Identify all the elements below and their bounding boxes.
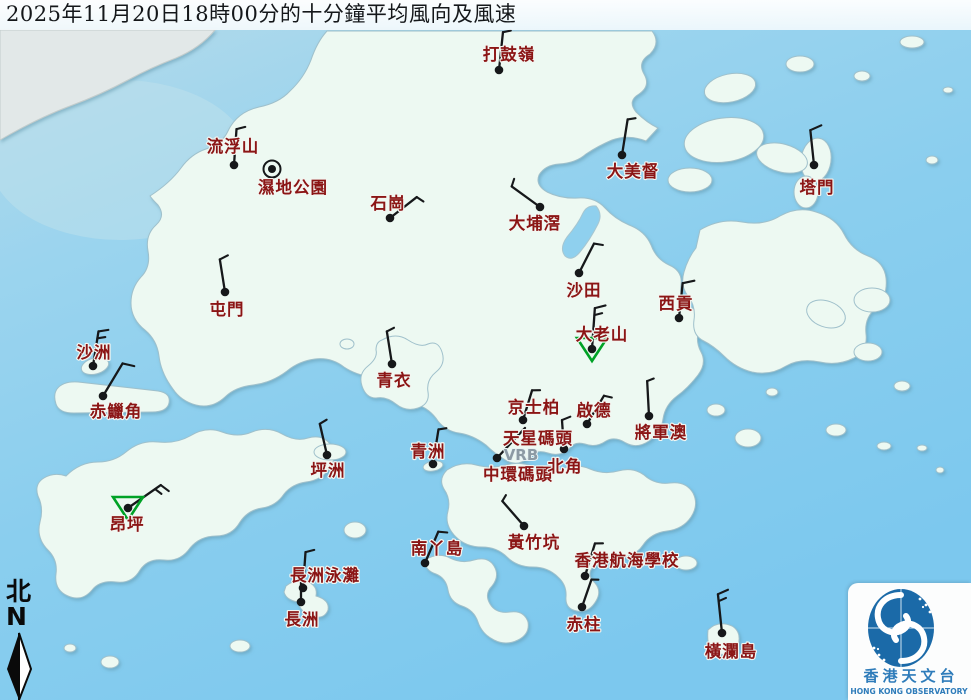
station-label-shek-kong: 石崗: [370, 194, 406, 213]
double-island: [786, 56, 814, 72]
station-dot: [386, 214, 395, 223]
station-dot: [520, 522, 529, 531]
station-dot: [493, 454, 502, 463]
mirs-bay-islet-2: [900, 36, 924, 48]
station-dot: [388, 360, 397, 369]
hei-ling-chau: [344, 522, 366, 538]
station-dot: [718, 629, 727, 638]
wind-map-screen: 打鼓嶺流浮山濕地公園石崗大埔滘 大美督塔門沙田西貢 屯門沙洲赤鱲角 青衣 大老山京士柏啟…: [0, 0, 971, 700]
station-label-sha-tin: 沙田: [567, 281, 602, 300]
station-label-green-island: 青洲: [411, 441, 446, 461]
station-label-central-pier: 中環碼頭: [483, 464, 553, 484]
station-label-tuen-mun: 屯門: [210, 299, 245, 319]
ma-wan: [340, 339, 354, 349]
jin-island: [854, 343, 882, 361]
title-bar: 2025年11月20日18時00分的十分鐘平均風向及風速: [0, 0, 971, 30]
station-label-lau-fau-shan: 流浮山: [207, 136, 260, 156]
wind-note-central-pier: VRB: [504, 446, 539, 464]
wind-barb-tick: [97, 337, 105, 338]
soko-islet: [64, 644, 76, 652]
station-label-stanley: 赤柱: [567, 614, 602, 634]
station-dot: [230, 161, 239, 170]
station-dot: [578, 603, 587, 612]
port-shelter-islet-2: [735, 429, 761, 447]
station-dot: [810, 161, 819, 170]
station-label-cheung-chau: 長洲: [285, 610, 320, 629]
station-dot: [618, 151, 627, 160]
logo-name-cjk: 香港天文台: [863, 667, 958, 685]
mirs-bay-islet-3: [943, 87, 953, 93]
port-shelter-islet-3: [766, 388, 778, 396]
station-dot: [583, 420, 592, 429]
station-label-kings-park: 京士柏: [508, 397, 561, 417]
wind-barb-tick: [438, 428, 446, 429]
station-dot: [323, 451, 332, 460]
basalt-island: [826, 424, 846, 436]
ninepin-1: [917, 445, 927, 451]
station-label-tates-cairn: 大老山: [576, 324, 629, 344]
hko-logo: 香港天文台 HONG KONG OBSERVATORY: [848, 583, 971, 700]
mirs-bay-islet-1: [854, 71, 870, 81]
station-dot: [581, 572, 590, 581]
station-dot: [421, 559, 430, 568]
outer-islet: [894, 381, 910, 391]
north-arrow-icon: [4, 629, 40, 700]
wind-barb-tick: [594, 244, 603, 245]
station-label-hk-sea-school: 香港航海學校: [575, 550, 680, 570]
station-label-ta-kwu-ling: 打鼓嶺: [483, 44, 536, 64]
station-label-kai-tak: 啟德: [577, 400, 612, 420]
station-label-north-point: 北角: [548, 456, 583, 476]
mirs-bay-islet-4: [926, 156, 938, 164]
station-dot: [675, 314, 684, 323]
station-label-wong-chuk-hang: 黃竹坑: [507, 532, 561, 552]
station-dot: [588, 345, 597, 354]
compass: 北 N: [4, 579, 44, 700]
bluff-island: [877, 442, 891, 450]
station-label-peng-chau: 坪洲: [311, 461, 346, 480]
hko-logo-graphic: 香港天文台 HONG KONG OBSERVATORY: [848, 583, 971, 700]
soko-islands: [101, 656, 119, 668]
station-dot: [536, 203, 545, 212]
plover-cove-3: [668, 168, 712, 192]
station-label-tseung-kwan-o: 將軍澳: [635, 422, 688, 442]
shek-kwu-chau: [230, 640, 250, 652]
station-label-tai-po-kau: 大埔滘: [509, 213, 562, 233]
station-label-lamma-island: 南丫島: [411, 538, 464, 558]
wind-barb-tick: [628, 118, 636, 119]
station-label-ngong-ping: 昂坪: [110, 515, 145, 534]
port-shelter-islet-1: [707, 404, 725, 416]
station-dot: [99, 392, 108, 401]
station-label-wetland-park: 濕地公園: [258, 177, 328, 197]
logo-name-en: HONG KONG OBSERVATORY: [850, 687, 968, 696]
ninepin-2: [936, 467, 944, 473]
station-dot: [221, 288, 230, 297]
station-dot: [575, 269, 584, 278]
map-title: 2025年11月20日18時00分的十分鐘平均風向及風速: [0, 0, 971, 29]
station-dot: [297, 598, 306, 607]
station-label-sha-chau: 沙洲: [77, 343, 112, 362]
station-label-cheung-chau-beach: 長洲泳灘: [290, 565, 360, 585]
station-label-tap-mun: 塔門: [800, 177, 835, 197]
station-label-sai-kung: 西貢: [659, 294, 694, 313]
station-dot: [645, 412, 654, 421]
wind-barb-tick: [438, 532, 447, 533]
calm-dot: [268, 165, 276, 173]
station-label-chek-lap-kok: 赤鱲角: [90, 401, 143, 421]
station-dot: [89, 362, 98, 371]
hong-kong-wind-map: 打鼓嶺流浮山濕地公園石崗大埔滘 大美督塔門沙田西貢 屯門沙洲赤鱲角 青衣 大老山京士柏啟…: [0, 0, 971, 700]
station-dot: [495, 66, 504, 75]
compass-north-en-label: N: [6, 605, 44, 629]
high-island: [854, 288, 890, 312]
station-label-tsing-yi: 青衣: [377, 370, 412, 390]
station-dot: [124, 504, 133, 513]
station-label-waglan-island: 橫瀾島: [705, 641, 758, 661]
station-label-tai-mei-tuk: 大美督: [607, 161, 660, 181]
